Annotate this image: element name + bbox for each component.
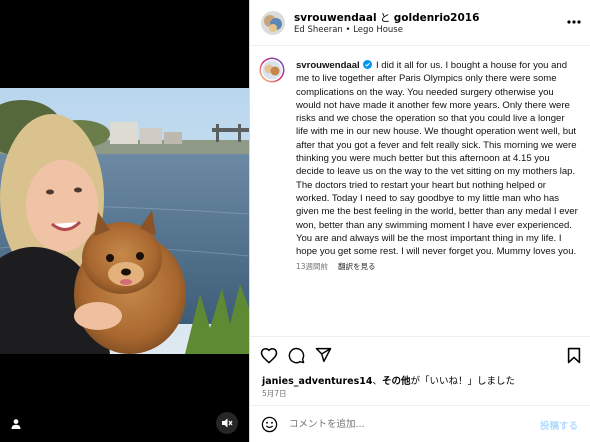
collab-connector: と [376,12,394,24]
comment-icon [288,347,304,363]
save-button[interactable] [564,345,584,365]
share-icon [315,347,331,363]
smiley-icon [261,416,277,432]
author-username[interactable]: svrouwendaal [294,12,377,24]
caption-username[interactable]: svrouwendaal [296,60,360,71]
heart-icon [260,347,278,364]
likes-summary: janies_adventures14、その他が「いいね！」しました [262,373,515,387]
caption-time[interactable]: 13週間前 [296,262,328,271]
user-tag-icon [11,419,21,429]
collaborator-username[interactable]: goldenrio2016 [394,12,480,24]
post-header: svrouwendaal と goldenrio2016 Ed Sheeran … [250,0,590,46]
bookmark-icon [567,347,581,363]
post-comment-button[interactable]: 投稿する [540,418,578,432]
action-bar [250,336,590,372]
comment-composer: 投稿する [250,405,590,442]
selfie-with-dog-image [0,88,249,354]
other-likers-link[interactable]: その他 [382,376,411,387]
emoji-picker-button[interactable] [260,415,278,433]
tagged-users-button[interactable] [6,414,26,434]
caption-text-block: svrouwendaal I did it all for us. I boug… [296,59,578,258]
speaker-muted-icon [222,418,233,428]
likes-suffix: が「いいね！」しました [410,376,515,387]
post-details-panel: svrouwendaal と goldenrio2016 Ed Sheeran … [249,0,590,442]
likes-separator: 、 [372,376,382,387]
caption-avatar[interactable] [259,57,285,83]
more-horizontal-icon [567,20,581,24]
see-translation-link[interactable]: 翻訳を見る [338,262,376,271]
like-button[interactable] [259,345,279,365]
share-button[interactable] [313,345,333,365]
avatar-image [261,11,285,35]
post-date[interactable]: 5月7日 [262,388,287,399]
comment-button[interactable] [286,345,306,365]
collab-authors: svrouwendaal と goldenrio2016 [294,10,479,25]
verified-badge-icon [363,60,373,69]
caption-section: svrouwendaal I did it all for us. I boug… [250,47,590,335]
post-photo[interactable] [0,88,249,354]
audio-track[interactable]: Ed Sheeran • Lego House [294,25,403,35]
author-avatar[interactable] [261,11,285,35]
more-options-button[interactable] [566,14,582,30]
story-ring-avatar-image [259,57,285,83]
caption-text: I did it all for us. I bought a house fo… [296,60,578,258]
comment-input[interactable] [289,416,519,433]
mute-toggle-button[interactable] [216,412,238,434]
liker-username[interactable]: janies_adventures14 [262,376,372,387]
post-media[interactable] [0,0,249,442]
caption-meta: 13週間前 翻訳を見る [296,261,376,272]
